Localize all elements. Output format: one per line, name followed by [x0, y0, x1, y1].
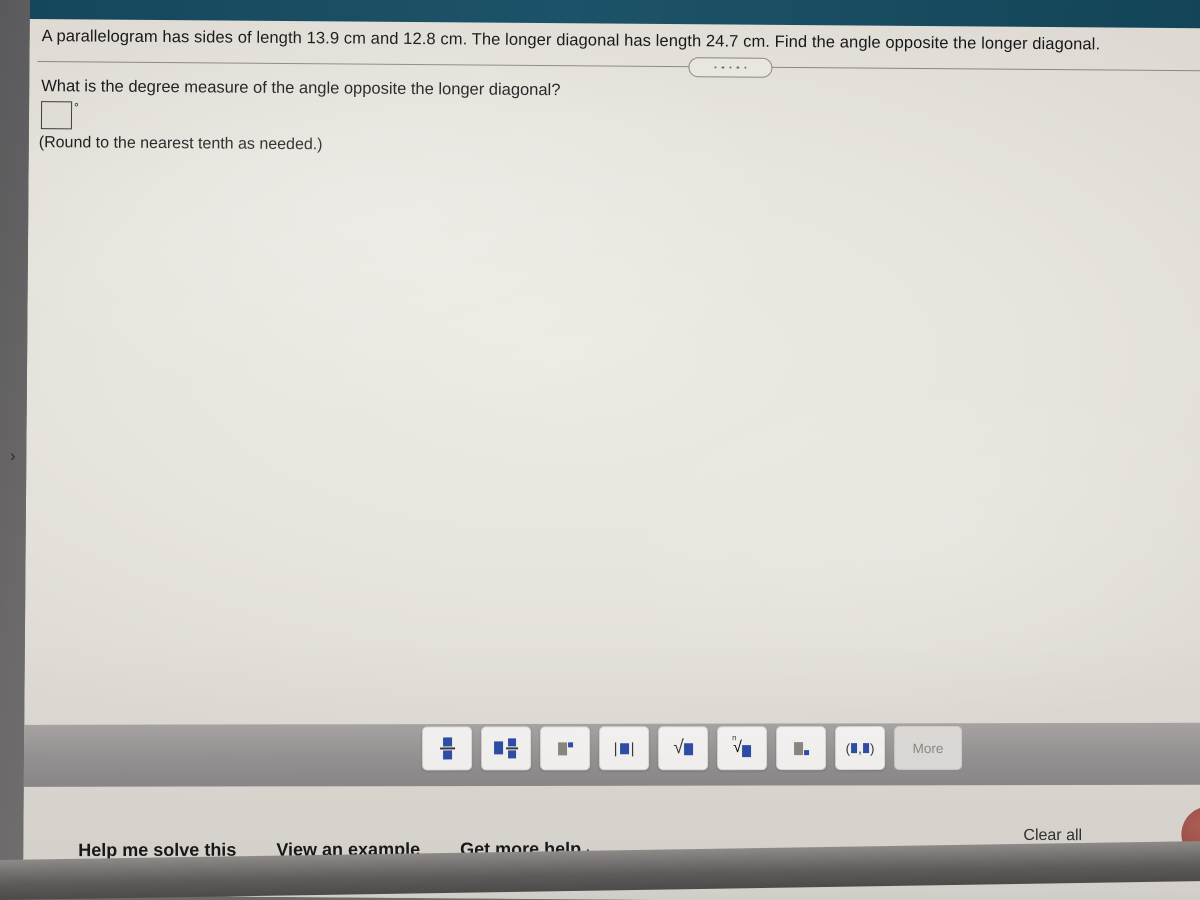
question-prompt: What is the degree measure of the angle … — [41, 77, 561, 100]
handle-dot — [729, 66, 732, 69]
handle-dot — [744, 66, 747, 69]
palette-button-nth-root[interactable]: n √ — [717, 726, 768, 771]
answer-row: ° — [40, 100, 79, 130]
ordered-pair-icon: ( , ) — [845, 740, 875, 756]
palette-button-ordered-pair[interactable]: ( , ) — [835, 726, 886, 771]
handle-dot — [736, 66, 740, 69]
palette-button-absolute-value[interactable]: | | — [599, 726, 650, 771]
palette-button-subscript[interactable] — [776, 726, 827, 771]
problem-statement: A parallelogram has sides of length 13.9… — [41, 27, 1101, 54]
math-palette: | | √ n √ (,) More — [422, 725, 963, 771]
fraction-icon — [439, 737, 455, 760]
palette-button-more[interactable]: More — [894, 725, 963, 771]
palette-button-fraction[interactable] — [422, 726, 473, 771]
screen-content: A parallelogram has sides of length 13.9… — [22, 0, 1200, 900]
handle-dot — [713, 66, 717, 69]
palette-button-square-root[interactable]: √ — [658, 726, 709, 771]
exercise-page: A parallelogram has sides of length 13.9… — [22, 18, 1200, 900]
nth-root-icon: n √ — [732, 733, 751, 758]
palette-button-exponent[interactable] — [540, 726, 591, 771]
expand-panel-chevron-icon[interactable]: › — [10, 447, 24, 465]
screenshot-root: › A parallelogram has sides of length 13… — [0, 0, 1200, 900]
mixed-number-icon — [494, 738, 519, 759]
rounding-instruction: (Round to the nearest tenth as needed.) — [38, 134, 323, 154]
answer-input[interactable] — [40, 101, 73, 130]
divider-drag-handle[interactable] — [688, 57, 773, 78]
degree-symbol: ° — [74, 100, 79, 115]
handle-dot — [721, 66, 725, 69]
absolute-value-icon: | | — [613, 739, 635, 757]
square-root-icon: √ — [673, 737, 693, 758]
section-divider — [37, 61, 1200, 72]
subscript-icon — [793, 741, 809, 755]
exponent-icon — [557, 741, 573, 755]
palette-button-mixed-number[interactable] — [481, 726, 532, 771]
